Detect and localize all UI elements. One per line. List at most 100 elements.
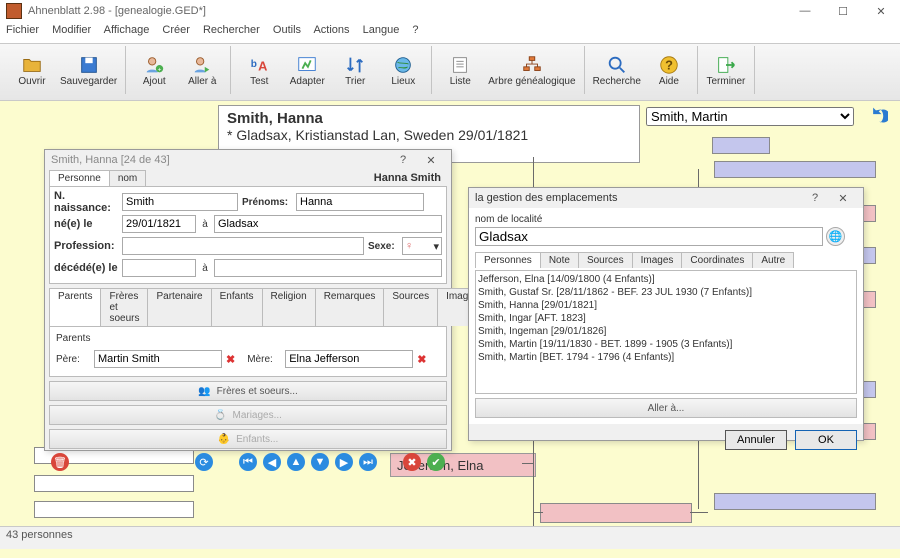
ok-button[interactable]: ✔ — [427, 453, 445, 471]
sort-button[interactable]: Trier — [331, 46, 379, 94]
terminate-button[interactable]: Terminer — [702, 46, 750, 94]
maximize-button[interactable]: ☐ — [824, 0, 862, 22]
marriages-button[interactable]: 💍Mariages... — [49, 405, 447, 425]
places-ok-button[interactable]: OK — [795, 430, 857, 450]
list-button[interactable]: Liste — [436, 46, 484, 94]
list-item[interactable]: Smith, Ingar [AFT. 1823] — [478, 312, 854, 325]
list-item[interactable]: Smith, Gustaf Sr. [28/11/1862 - BEF. 23 … — [478, 286, 854, 299]
ptab-personnes[interactable]: Personnes — [475, 252, 541, 268]
genealogy-canvas[interactable]: Smith, Hanna * Gladsax, Kristianstad Lan… — [0, 101, 900, 558]
nav-next-button[interactable]: ▶ — [335, 453, 353, 471]
list-item[interactable]: Smith, Martin [BET. 1794 - 1796 (4 Enfan… — [478, 351, 854, 364]
close-button[interactable]: ✕ — [862, 0, 900, 22]
places-cancel-button[interactable]: Annuler — [725, 430, 787, 450]
tab-nom[interactable]: nom — [109, 170, 146, 186]
exit-icon — [715, 54, 737, 76]
tree-line — [690, 512, 708, 513]
undo-icon[interactable] — [862, 105, 888, 127]
tree-button[interactable]: Arbre généalogique — [484, 46, 579, 94]
ptab-note[interactable]: Note — [540, 252, 579, 268]
delete-button[interactable]: 🗑 — [51, 453, 69, 471]
title-bar: Ahnenblatt 2.98 - [genealogie.GED*] — ☐ … — [0, 0, 900, 23]
open-button[interactable]: Ouvrir — [8, 46, 56, 94]
places-button[interactable]: Lieux — [379, 46, 427, 94]
persons-list[interactable]: Jefferson, Elna [14/09/1800 (4 Enfants)]… — [475, 270, 857, 394]
tree-line — [522, 463, 534, 464]
goto-button[interactable]: Aller à — [178, 46, 226, 94]
nav-up-button[interactable]: ▲ — [287, 453, 305, 471]
globe-lookup-button[interactable]: 🌐 — [826, 227, 845, 246]
siblings-button[interactable]: 👥Frères et soeurs... — [49, 381, 447, 401]
search-button[interactable]: Recherche — [589, 46, 645, 94]
app-icon — [6, 3, 22, 19]
surname-input[interactable] — [122, 193, 238, 211]
remove-father-icon[interactable]: ✖ — [226, 353, 235, 366]
ptab-coordinates[interactable]: Coordinates — [681, 252, 753, 268]
ptab-autre[interactable]: Autre — [752, 252, 794, 268]
deathplace-input[interactable] — [214, 259, 442, 277]
test-button[interactable]: bATest — [235, 46, 283, 94]
birthplace-input[interactable] — [214, 215, 442, 233]
menu-fichier[interactable]: Fichier — [6, 24, 39, 36]
subtab-remarques[interactable]: Remarques — [315, 288, 385, 326]
remove-mother-icon[interactable]: ✖ — [417, 353, 426, 366]
children-button[interactable]: 👶Enfants... — [49, 429, 447, 449]
subtab-freres[interactable]: Frères et soeurs — [100, 288, 148, 326]
svg-text:b: b — [251, 58, 257, 69]
menu-langue[interactable]: Langue — [363, 24, 400, 36]
places-close-button[interactable]: ✕ — [829, 192, 857, 205]
menu-affichage[interactable]: Affichage — [104, 24, 150, 36]
tree-node[interactable] — [712, 137, 770, 154]
mother-input[interactable] — [285, 350, 413, 368]
list-item[interactable]: Jefferson, Elna [14/09/1800 (4 Enfants)] — [478, 273, 854, 286]
firstname-input[interactable] — [296, 193, 424, 211]
profession-input[interactable] — [122, 237, 364, 255]
places-help-button[interactable]: ? — [801, 192, 829, 204]
locality-input[interactable] — [475, 227, 823, 246]
person-select[interactable]: Smith, Martin — [646, 107, 854, 126]
nav-last-button[interactable]: ⏭ — [359, 453, 377, 471]
nav-first-button[interactable]: ⏮ — [239, 453, 257, 471]
nav-down-button[interactable]: ▼ — [311, 453, 329, 471]
minimize-button[interactable]: — — [786, 0, 824, 22]
subtab-parents[interactable]: Parents — [49, 288, 101, 326]
tree-node[interactable] — [540, 503, 692, 523]
add-button[interactable]: +Ajout — [130, 46, 178, 94]
birthdate-input[interactable] — [122, 215, 196, 233]
list-item[interactable]: Smith, Ingeman [29/01/1826] — [478, 325, 854, 338]
save-button[interactable]: Sauvegarder — [56, 46, 121, 94]
ptab-images[interactable]: Images — [632, 252, 683, 268]
dialog-help-button[interactable]: ? — [389, 154, 417, 166]
sex-dropdown[interactable]: ♀▾ — [402, 237, 442, 255]
menu-rechercher[interactable]: Rechercher — [203, 24, 260, 36]
list-item[interactable]: Smith, Hanna [29/01/1821] — [478, 299, 854, 312]
dialog-close-button[interactable]: ✕ — [417, 154, 445, 167]
test-icon: bA — [248, 54, 270, 76]
nav-prev-button[interactable]: ◀ — [263, 453, 281, 471]
subtab-sources[interactable]: Sources — [383, 288, 438, 326]
adapt-button[interactable]: Adapter — [283, 46, 331, 94]
menu-outils[interactable]: Outils — [273, 24, 301, 36]
menu-actions[interactable]: Actions — [313, 24, 349, 36]
tree-node[interactable] — [34, 501, 194, 518]
subtab-partenaire[interactable]: Partenaire — [147, 288, 211, 326]
ptab-sources[interactable]: Sources — [578, 252, 633, 268]
subtab-enfants[interactable]: Enfants — [211, 288, 263, 326]
label-a2: à — [200, 263, 210, 274]
help-button[interactable]: ?Aide — [645, 46, 693, 94]
nav-refresh-button[interactable]: ⟳ — [195, 453, 213, 471]
menu-creer[interactable]: Créer — [162, 24, 190, 36]
tree-node[interactable] — [714, 493, 876, 510]
menu-help[interactable]: ? — [412, 24, 418, 36]
person-selector[interactable]: Smith, Martin — [646, 107, 854, 126]
cancel-button[interactable]: ✖ — [403, 453, 421, 471]
tree-node[interactable] — [714, 161, 876, 178]
father-input[interactable] — [94, 350, 222, 368]
goto-person-button[interactable]: Aller à... — [475, 398, 857, 418]
tab-personne[interactable]: Personne — [49, 170, 110, 186]
list-item[interactable]: Smith, Martin [19/11/1830 - BET. 1899 - … — [478, 338, 854, 351]
deathdate-input[interactable] — [122, 259, 196, 277]
menu-modifier[interactable]: Modifier — [52, 24, 91, 36]
tree-node[interactable] — [34, 475, 194, 492]
subtab-religion[interactable]: Religion — [262, 288, 316, 326]
